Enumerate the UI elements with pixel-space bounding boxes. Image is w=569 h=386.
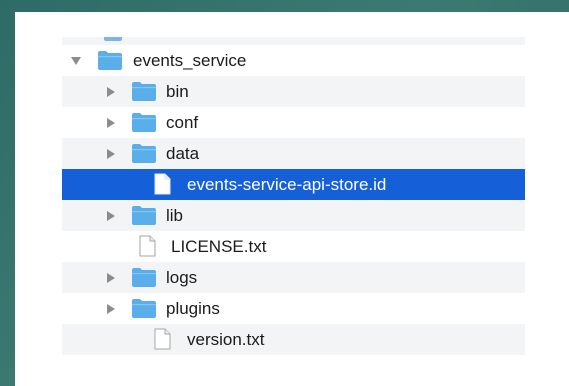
tree-row-label: lib xyxy=(166,206,184,225)
tree-row-plugins[interactable]: plugins xyxy=(62,293,525,324)
tree-row-label: LICENSE.txt xyxy=(171,237,267,256)
tree-row-events-service[interactable]: events_service xyxy=(62,45,525,76)
folder-icon xyxy=(132,143,156,168)
tree-row-version-txt[interactable]: version.txt xyxy=(62,324,525,355)
tree-row-label: logs xyxy=(166,268,198,287)
tree-row-label: events-service-api-store.id xyxy=(187,175,387,194)
tree-row-label: events_service xyxy=(133,51,247,70)
folder-icon-fragment xyxy=(104,37,122,41)
disclosure-triangle-right-icon[interactable] xyxy=(106,272,116,283)
folder-icon xyxy=(132,205,156,230)
disclosure-triangle-right-icon[interactable] xyxy=(106,148,116,159)
tree-row-label: plugins xyxy=(166,299,220,318)
disclosure-triangle-right-icon[interactable] xyxy=(106,86,116,97)
folder-icon xyxy=(132,81,156,106)
folder-icon xyxy=(98,50,122,75)
document-icon xyxy=(139,235,156,262)
document-icon xyxy=(154,328,171,355)
tree-row-label: version.txt xyxy=(187,330,265,349)
tree-row-data[interactable]: data xyxy=(62,138,525,169)
folder-icon xyxy=(132,298,156,323)
tree-row-conf[interactable]: conf xyxy=(62,107,525,138)
folder-icon xyxy=(132,112,156,137)
disclosure-triangle-right-icon[interactable] xyxy=(106,210,116,221)
tree-row-label: bin xyxy=(166,82,189,101)
document-icon xyxy=(154,173,171,200)
tree-row-label: conf xyxy=(166,113,199,132)
tree-row-bin[interactable]: bin xyxy=(62,76,525,107)
tree-row-license-txt[interactable]: LICENSE.txt xyxy=(62,231,525,262)
disclosure-triangle-right-icon[interactable] xyxy=(106,303,116,314)
finder-window: events_service bin conf data events-serv… xyxy=(15,12,569,386)
tree-row-label: data xyxy=(166,144,200,163)
tree-row-events-service-api-store-id[interactable]: events-service-api-store.id xyxy=(62,169,525,200)
tree-row-logs[interactable]: logs xyxy=(62,262,525,293)
file-tree: events_service bin conf data events-serv… xyxy=(62,37,525,355)
disclosure-triangle-right-icon[interactable] xyxy=(106,117,116,128)
tree-row-lib[interactable]: lib xyxy=(62,200,525,231)
folder-icon xyxy=(132,267,156,292)
disclosure-triangle-down-icon[interactable] xyxy=(71,56,81,66)
scrolled-row-fragment xyxy=(62,37,525,45)
